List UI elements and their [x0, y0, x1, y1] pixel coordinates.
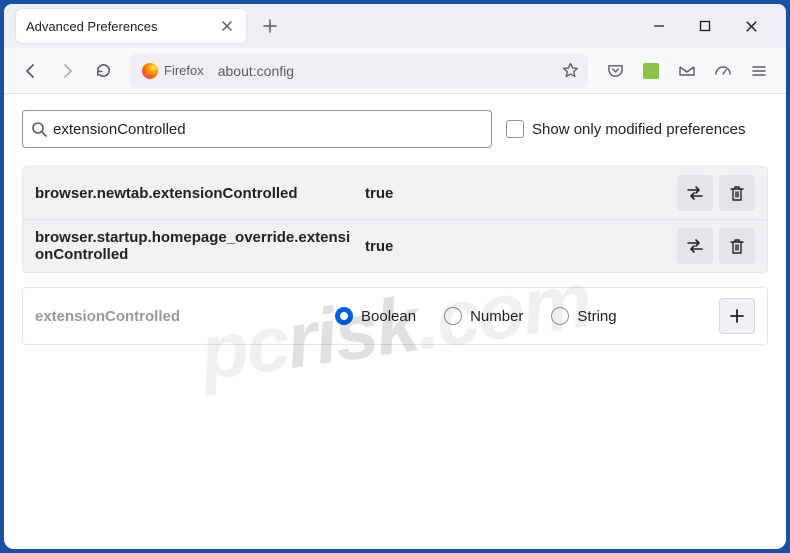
- url-bar[interactable]: Firefox about:config: [130, 54, 588, 88]
- search-input[interactable]: [53, 121, 483, 138]
- radio-icon: [335, 307, 353, 325]
- search-box[interactable]: [22, 110, 492, 148]
- pref-name: browser.newtab.extensionControlled: [35, 185, 365, 202]
- window-controls: [644, 11, 778, 41]
- pocket-icon[interactable]: [598, 54, 632, 88]
- new-tab-button[interactable]: [254, 10, 286, 42]
- show-modified-toggle[interactable]: Show only modified preferences: [506, 120, 745, 138]
- radio-string[interactable]: String: [551, 307, 616, 325]
- mail-icon[interactable]: [670, 54, 704, 88]
- delete-button[interactable]: [719, 228, 755, 264]
- delete-button[interactable]: [719, 175, 755, 211]
- nav-toolbar: Firefox about:config: [4, 48, 786, 94]
- close-window-button[interactable]: [736, 11, 766, 41]
- firefox-icon: [142, 63, 158, 79]
- pref-name: browser.startup.homepage_override.extens…: [35, 229, 365, 263]
- pref-table: browser.newtab.extensionControlled true …: [22, 166, 768, 273]
- dashboard-icon[interactable]: [706, 54, 740, 88]
- pref-row[interactable]: browser.startup.homepage_override.extens…: [23, 220, 767, 272]
- radio-icon: [551, 307, 569, 325]
- radio-label: Boolean: [361, 308, 416, 325]
- pref-row[interactable]: browser.newtab.extensionControlled true: [23, 167, 767, 220]
- forward-button[interactable]: [50, 54, 84, 88]
- bookmark-star-icon[interactable]: [556, 57, 584, 85]
- type-radio-group: Boolean Number String: [335, 307, 719, 325]
- radio-boolean[interactable]: Boolean: [335, 307, 416, 325]
- new-pref-row: extensionControlled Boolean Number Strin…: [22, 287, 768, 345]
- close-tab-icon[interactable]: [218, 17, 236, 35]
- pref-value: true: [365, 185, 677, 202]
- checkbox-icon: [506, 120, 524, 138]
- ublock-icon[interactable]: [634, 54, 668, 88]
- back-button[interactable]: [14, 54, 48, 88]
- add-button[interactable]: [719, 298, 755, 334]
- search-icon: [31, 121, 47, 137]
- pref-value: true: [365, 238, 677, 255]
- toggle-button[interactable]: [677, 175, 713, 211]
- radio-label: Number: [470, 308, 523, 325]
- radio-icon: [444, 307, 462, 325]
- tab-title: Advanced Preferences: [26, 19, 218, 34]
- search-row: Show only modified preferences: [22, 110, 768, 148]
- toggle-button[interactable]: [677, 228, 713, 264]
- config-content: Show only modified preferences browser.n…: [4, 94, 786, 549]
- minimize-button[interactable]: [644, 11, 674, 41]
- titlebar: Advanced Preferences: [4, 4, 786, 48]
- url-text: about:config: [218, 63, 556, 79]
- radio-number[interactable]: Number: [444, 307, 523, 325]
- reload-button[interactable]: [86, 54, 120, 88]
- show-modified-label: Show only modified preferences: [532, 121, 745, 138]
- identity-box[interactable]: Firefox: [138, 61, 212, 81]
- browser-tab[interactable]: Advanced Preferences: [16, 9, 246, 43]
- radio-label: String: [577, 308, 616, 325]
- app-menu-button[interactable]: [742, 54, 776, 88]
- maximize-button[interactable]: [690, 11, 720, 41]
- new-pref-name: extensionControlled: [35, 308, 335, 325]
- browser-window: Advanced Preferences: [4, 4, 786, 549]
- identity-label: Firefox: [164, 63, 204, 78]
